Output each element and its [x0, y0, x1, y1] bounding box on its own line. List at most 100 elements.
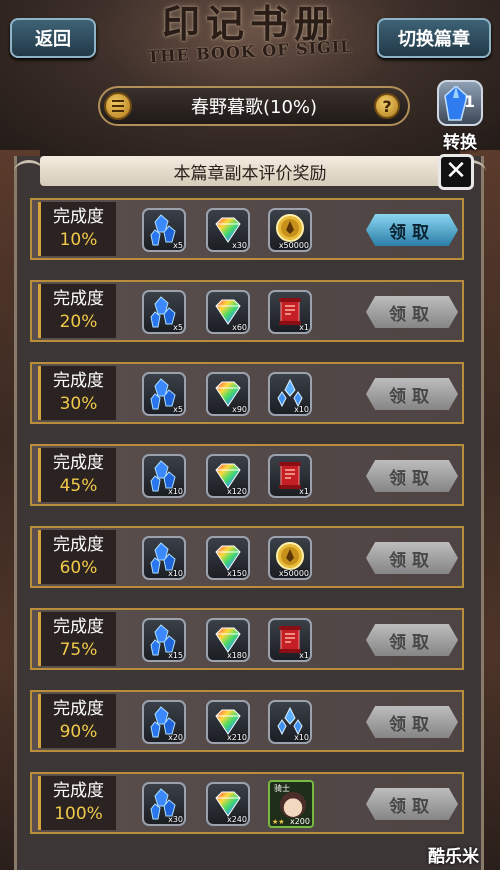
- rainbow-gem-icon[interactable]: x30: [206, 208, 250, 252]
- claim-button[interactable]: 领取: [366, 296, 458, 328]
- completion-title: 完成度: [53, 453, 104, 473]
- red-scroll-icon[interactable]: x1: [268, 290, 312, 334]
- reward-quantity: x10: [168, 569, 183, 578]
- reward-quantity: x1: [299, 323, 309, 332]
- gold-coin-icon[interactable]: x50000: [268, 208, 312, 252]
- reward-quantity: x240: [226, 815, 247, 824]
- completion-percent: 45%: [59, 476, 98, 496]
- blue-crystal-icon[interactable]: x15: [142, 618, 186, 662]
- completion-label: 完成度 20%: [38, 284, 116, 338]
- completion-percent: 10%: [59, 230, 98, 250]
- rainbow-gem-icon[interactable]: x180: [206, 618, 250, 662]
- convert-label: 转换: [443, 133, 477, 153]
- reward-row: 完成度 90% x20 x210 x10 领取: [30, 690, 464, 752]
- reward-row: 完成度 20% x5 x60 x1 领取: [30, 280, 464, 342]
- completion-label: 完成度 60%: [38, 530, 116, 584]
- blue-crystal-icon[interactable]: x5: [142, 208, 186, 252]
- red-scroll-icon[interactable]: x1: [268, 618, 312, 662]
- rainbow-gem-icon[interactable]: x90: [206, 372, 250, 416]
- completion-label: 完成度 75%: [38, 612, 116, 666]
- claim-button[interactable]: 领取: [366, 706, 458, 738]
- reward-quantity: x50000: [278, 241, 309, 250]
- menu-icon[interactable]: [104, 92, 132, 120]
- completion-title: 完成度: [53, 289, 104, 309]
- completion-title: 完成度: [53, 781, 104, 801]
- convert-crystal-box: 1: [437, 80, 483, 126]
- gold-coin-icon[interactable]: x50000: [268, 536, 312, 580]
- blue-crystal-icon[interactable]: x20: [142, 700, 186, 744]
- completion-label: 完成度 45%: [38, 448, 116, 502]
- panel-title: 本篇章副本评价奖励: [40, 156, 460, 186]
- reward-quantity: x5: [173, 405, 183, 414]
- reward-quantity: x5: [173, 323, 183, 332]
- reward-quantity: x150: [226, 569, 247, 578]
- completion-title: 完成度: [53, 371, 104, 391]
- character-card-icon[interactable]: 骑士 ★★ x200: [268, 780, 314, 828]
- completion-title: 完成度: [53, 207, 104, 227]
- reward-quantity: x10: [294, 733, 309, 742]
- claim-button[interactable]: 领取: [366, 460, 458, 492]
- reward-row: 完成度 10% x5 x30 x50000 领取: [30, 198, 464, 260]
- completion-label: 完成度 100%: [38, 776, 116, 830]
- reward-quantity: x120: [226, 487, 247, 496]
- reward-row: 完成度 30% x5 x90 x10 领取: [30, 362, 464, 424]
- rainbow-gem-icon[interactable]: x240: [206, 782, 250, 826]
- blue-crystal-icon[interactable]: x10: [142, 536, 186, 580]
- completion-label: 完成度 30%: [38, 366, 116, 420]
- convert-count: 1: [463, 92, 475, 111]
- red-scroll-icon[interactable]: x1: [268, 454, 312, 498]
- reward-quantity: x5: [173, 241, 183, 250]
- reward-quantity: x60: [232, 323, 247, 332]
- reward-quantity: x10: [294, 405, 309, 414]
- character-stars: ★★: [272, 818, 285, 826]
- reward-quantity: x15: [168, 651, 183, 660]
- reward-quantity: x200: [289, 817, 310, 826]
- convert-button[interactable]: 1 转换: [430, 80, 490, 153]
- back-button[interactable]: 返回: [10, 18, 96, 58]
- completion-label: 完成度 90%: [38, 694, 116, 748]
- character-portrait: [280, 792, 306, 818]
- blue-crystal-icon[interactable]: x30: [142, 782, 186, 826]
- completion-percent: 75%: [59, 640, 98, 660]
- claim-button[interactable]: 领取: [366, 788, 458, 820]
- rainbow-gem-icon[interactable]: x120: [206, 454, 250, 498]
- reward-row: 完成度 45% x10 x120 x1 领取: [30, 444, 464, 506]
- reward-panel: [14, 156, 484, 870]
- claim-button[interactable]: 领取: [366, 378, 458, 410]
- reward-quantity: x30: [232, 241, 247, 250]
- reward-row: 完成度 60% x10 x150 x50000 领取: [30, 526, 464, 588]
- blue-shard-icon[interactable]: x10: [268, 700, 312, 744]
- reward-quantity: x30: [168, 815, 183, 824]
- chapter-title: 春野暮歌(10%): [190, 97, 318, 118]
- blue-crystal-icon[interactable]: x5: [142, 290, 186, 334]
- blue-crystal-icon[interactable]: x5: [142, 372, 186, 416]
- reward-quantity: x180: [226, 651, 247, 660]
- completion-label: 完成度 10%: [38, 202, 116, 256]
- blue-crystal-icon[interactable]: x10: [142, 454, 186, 498]
- reward-quantity: x50000: [278, 569, 309, 578]
- reward-quantity: x10: [168, 487, 183, 496]
- reward-quantity: x1: [299, 651, 309, 660]
- chapter-bar: 春野暮歌(10%) ?: [98, 86, 410, 126]
- rainbow-gem-icon[interactable]: x60: [206, 290, 250, 334]
- claim-button[interactable]: 领取: [366, 542, 458, 574]
- reward-quantity: x20: [168, 733, 183, 742]
- watermark: 酷乐米: [428, 847, 479, 867]
- claim-button[interactable]: 领取: [366, 624, 458, 656]
- rainbow-gem-icon[interactable]: x210: [206, 700, 250, 744]
- rainbow-gem-icon[interactable]: x150: [206, 536, 250, 580]
- switch-chapter-button[interactable]: 切换篇章: [377, 18, 491, 58]
- reward-quantity: x90: [232, 405, 247, 414]
- claim-button[interactable]: 领取: [366, 214, 458, 246]
- close-button[interactable]: ✕: [438, 154, 474, 190]
- completion-percent: 30%: [59, 394, 98, 414]
- blue-shard-icon[interactable]: x10: [268, 372, 312, 416]
- completion-title: 完成度: [53, 535, 104, 555]
- completion-percent: 60%: [59, 558, 98, 578]
- completion-title: 完成度: [53, 617, 104, 637]
- completion-percent: 100%: [54, 804, 103, 824]
- completion-percent: 20%: [59, 312, 98, 332]
- help-icon[interactable]: ?: [374, 93, 400, 119]
- reward-row: 完成度 75% x15 x180 x1 领取: [30, 608, 464, 670]
- book-of-sigil-logo: 印记书册 THE BOOK OF SIGIL: [100, 0, 400, 90]
